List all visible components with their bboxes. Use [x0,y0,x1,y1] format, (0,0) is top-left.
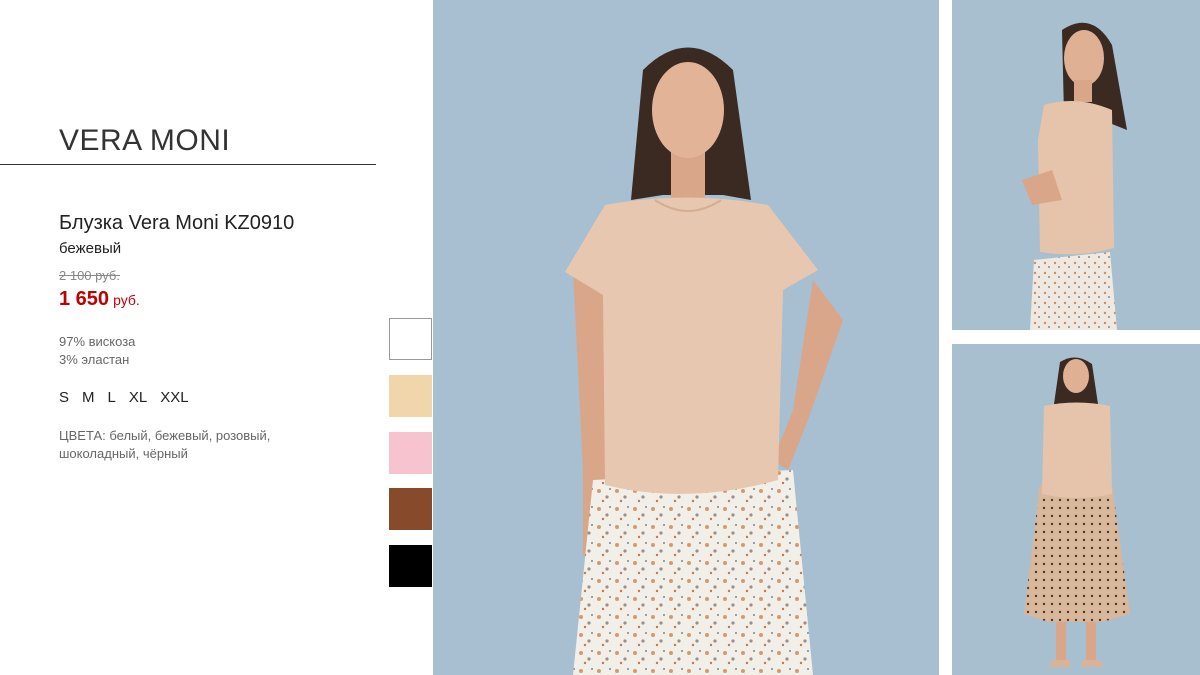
swatch-pink[interactable] [389,432,432,474]
new-price-value: 1 650 [59,288,110,310]
model-side-illustration [952,0,1200,330]
composition-line: 3% эластан [59,352,130,367]
composition-line: 97% вискоза [59,334,136,349]
product-title: Блузка Vera Moni KZ0910 [59,212,295,234]
swatch-chocolate[interactable] [389,488,432,530]
brand-divider [0,164,376,165]
available-colors: ЦВЕТА: белый, бежевый, розовый, шоколадн… [59,428,271,461]
size-xxl[interactable]: XXL [160,389,188,406]
full-body-product-photo[interactable] [952,344,1200,675]
side-product-photo[interactable] [952,0,1200,330]
swatch-white[interactable] [389,318,432,360]
size-l[interactable]: L [108,389,116,406]
new-price: 1 650 руб. [59,288,140,311]
brand-logo: VERA MONI [59,124,231,157]
model-front-illustration [433,0,939,675]
old-price: 2 100 руб. [59,268,120,283]
main-product-photo[interactable] [433,0,939,675]
size-m[interactable]: M [82,389,95,406]
size-list: S M L XL XXL [59,389,189,406]
model-full-illustration [952,344,1200,675]
price-currency: руб. [113,292,140,308]
size-xl[interactable]: XL [129,389,147,406]
composition: 97% вискоза 3% эластан [59,333,135,369]
swatch-beige[interactable] [389,375,432,417]
swatch-black[interactable] [389,545,432,587]
size-s[interactable]: S [59,389,69,406]
product-color: бежевый [59,240,122,257]
